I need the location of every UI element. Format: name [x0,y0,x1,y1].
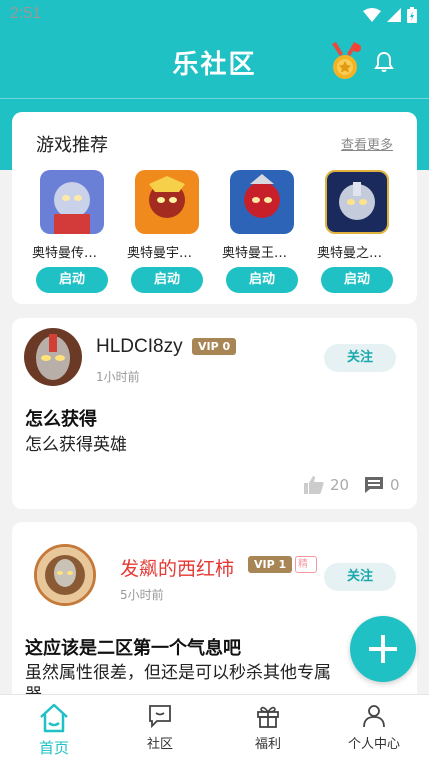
tab-welfare[interactable]: 福利 [228,703,308,752]
avatar[interactable] [34,544,96,606]
status-bar: 2:51 [0,0,429,30]
username[interactable]: 发飙的西红柿 [120,554,234,581]
like-count: 20 [330,476,350,494]
comment-stat[interactable]: 0 [364,476,400,494]
thumbs-up-icon [304,476,324,494]
post-time: 1小时前 [96,370,140,384]
tab-label: 个人中心 [347,737,400,752]
home-icon [40,703,68,733]
vip-badge: VIP 1 [248,556,293,573]
post-body: 虽然属性很差，但还是可以秒杀其他专属 [25,663,331,683]
tab-label: 福利 [254,737,281,752]
follow-button[interactable]: 关注 [324,344,396,372]
tab-label: 首页 [38,739,69,757]
vip-badge: VIP 0 [192,338,237,355]
game-icon[interactable] [325,170,389,234]
bell-icon[interactable] [372,50,396,74]
bottom-tab-bar: 首页 社区 福利 个人中心 [0,694,429,762]
post-card[interactable]: HLDCI8zy VIP 0 1小时前 关注 怎么获得 怎么获得英雄 20 0 [12,318,417,509]
post-title: 怎么获得 [25,409,97,430]
comment-icon [365,477,383,493]
battery-icon [407,7,417,23]
post-body-wrap: 器 [25,680,42,694]
tab-profile[interactable]: 个人中心 [334,703,414,752]
tab-label: 社区 [146,737,173,752]
wifi-icon [363,8,381,22]
like-stat[interactable]: 20 [304,476,349,494]
start-button[interactable]: 启动 [131,267,203,293]
username[interactable]: HLDCI8zy [96,336,183,358]
game-icon[interactable] [230,170,294,234]
post-time: 5小时前 [120,588,164,602]
gift-icon [257,706,279,728]
post-title: 这应该是二区第一个气息吧 [25,638,241,659]
tab-community[interactable]: 社区 [120,703,200,752]
status-time: 2:51 [10,5,42,22]
section-title: 游戏推荐 [36,135,108,156]
game-icon[interactable] [135,170,199,234]
status-icons [363,7,417,23]
game-item[interactable]: 奥特曼宇… 启动 [127,170,203,293]
comment-count: 0 [390,476,400,494]
game-name: 奥特曼宇… [127,246,193,261]
game-name: 奥特曼王… [222,246,288,261]
game-item[interactable]: 奥特曼王… 启动 [222,170,298,293]
follow-button[interactable]: 关注 [324,563,396,591]
medal-icon[interactable] [328,42,362,80]
user-icon [363,705,385,728]
signal-icon [387,8,401,22]
header-divider [0,98,429,99]
post-body: 怎么获得英雄 [25,435,127,455]
app-header: 乐社区 [0,30,429,98]
game-name: 奥特曼之… [317,246,383,261]
start-button[interactable]: 启动 [36,267,108,293]
game-recommend-card: 游戏推荐 查看更多 奥特曼传… 启动 奥特曼宇… 启动 奥特曼王… 启动 奥特曼… [12,112,417,304]
game-item[interactable]: 奥特曼之… 启动 [317,170,393,293]
avatar[interactable] [24,328,82,386]
plus-icon [369,635,397,663]
see-more-link[interactable]: 查看更多 [341,134,393,153]
featured-badge: 精 [295,556,317,573]
start-button[interactable]: 启动 [226,267,298,293]
create-post-button[interactable] [350,616,416,682]
game-item[interactable]: 奥特曼传… 启动 [32,170,108,293]
start-button[interactable]: 启动 [321,267,393,293]
tab-home[interactable]: 首页 [14,703,94,758]
game-icon[interactable] [40,170,104,234]
app-title: 乐社区 [172,50,257,80]
game-name: 奥特曼传… [32,246,98,261]
chat-icon [149,705,171,729]
